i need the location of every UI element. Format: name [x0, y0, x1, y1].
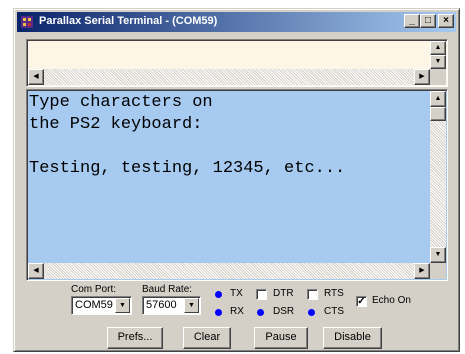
scrollbar-corner: [430, 69, 446, 85]
title-bar[interactable]: Parallax Serial Terminal - (COM59) _ □ ×: [17, 12, 456, 32]
scroll-right-arrow-icon[interactable]: ▶: [414, 263, 430, 279]
rx-led-icon: [215, 309, 222, 316]
receive-vertical-scrollbar[interactable]: ▲ ▼: [430, 91, 446, 263]
prefs-button[interactable]: Prefs...: [107, 327, 163, 349]
dtr-checkbox[interactable]: [256, 289, 267, 300]
scroll-left-arrow-icon[interactable]: ◀: [28, 69, 44, 85]
chevron-down-icon[interactable]: ▼: [184, 298, 199, 313]
com-port-select[interactable]: COM59 ▼: [71, 296, 132, 315]
tx-label: TX: [230, 288, 243, 299]
scroll-down-arrow-icon[interactable]: ▼: [430, 55, 446, 69]
transmit-horizontal-scrollbar[interactable]: ◀ ▶: [28, 69, 430, 85]
echo-on-checkbox[interactable]: ✓: [356, 296, 367, 307]
echo-on-label: Echo On: [372, 295, 411, 306]
transmit-vertical-scrollbar[interactable]: ▲ ▼: [430, 41, 446, 69]
cts-led-icon: [308, 309, 315, 316]
scrollbar-corner: [430, 263, 446, 279]
baud-rate-label: Baud Rate:: [142, 284, 193, 295]
receive-line: Testing, testing, 12345, etc...: [29, 159, 346, 178]
receive-horizontal-scrollbar[interactable]: ◀ ▶: [28, 263, 430, 279]
baud-rate-select[interactable]: 57600 ▼: [142, 296, 201, 315]
com-port-label: Com Port:: [71, 284, 117, 295]
parallax-app-icon: [21, 16, 33, 28]
maximize-button[interactable]: □: [420, 14, 436, 28]
close-button[interactable]: ×: [438, 14, 454, 28]
dtr-label: DTR: [273, 288, 294, 299]
scroll-right-arrow-icon[interactable]: ▶: [414, 69, 430, 85]
scroll-thumb[interactable]: [430, 107, 446, 121]
window-title: Parallax Serial Terminal - (COM59): [39, 15, 218, 27]
rts-checkbox[interactable]: [307, 289, 318, 300]
receive-text-area[interactable]: Type characters on the PS2 keyboard: Tes…: [26, 89, 448, 281]
com-port-value: COM59: [75, 299, 113, 311]
disable-button[interactable]: Disable: [323, 327, 382, 349]
scroll-up-arrow-icon[interactable]: ▲: [430, 41, 446, 55]
scroll-left-arrow-icon[interactable]: ◀: [28, 263, 44, 279]
terminal-window: Parallax Serial Terminal - (COM59) _ □ ×…: [13, 8, 460, 352]
dsr-label: DSR: [273, 306, 295, 317]
dsr-led-icon: [257, 309, 264, 316]
scroll-up-arrow-icon[interactable]: ▲: [430, 91, 446, 107]
receive-line: Type characters on: [29, 93, 213, 112]
transmit-text-area[interactable]: ▲ ▼ ◀ ▶: [26, 39, 448, 87]
baud-rate-value: 57600: [146, 299, 177, 311]
chevron-down-icon[interactable]: ▼: [115, 298, 130, 313]
receive-text: Type characters on the PS2 keyboard: Tes…: [29, 92, 345, 180]
cts-label: CTS: [324, 306, 344, 317]
pause-button[interactable]: Pause: [254, 327, 308, 349]
scroll-down-arrow-icon[interactable]: ▼: [430, 247, 446, 263]
clear-button[interactable]: Clear: [183, 327, 231, 349]
rx-label: RX: [230, 306, 244, 317]
minimize-button[interactable]: _: [404, 14, 420, 28]
tx-led-icon: [215, 291, 222, 298]
rts-label: RTS: [324, 288, 344, 299]
receive-line: the PS2 keyboard:: [29, 115, 203, 134]
